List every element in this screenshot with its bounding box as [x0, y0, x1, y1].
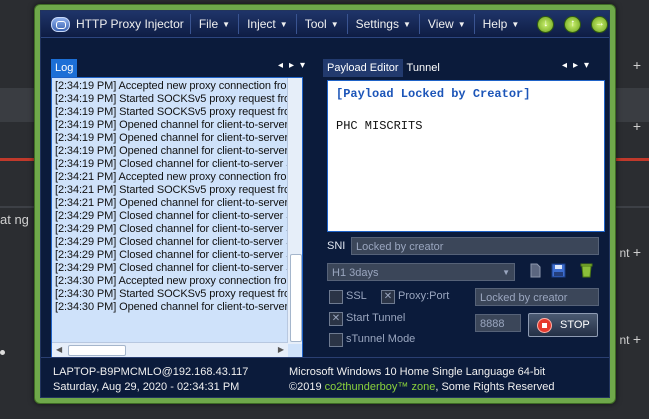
log-line: [2:34:19 PM] Opened channel for client-t…	[55, 119, 289, 131]
background-text: at ng	[0, 212, 29, 227]
background-right-text: nt +	[619, 244, 641, 260]
proxy-port-label: Proxy:Port	[398, 290, 450, 302]
payload-tab-bar: Payload Editor Tunnel	[323, 59, 444, 77]
stop-button-label: STOP	[560, 319, 590, 331]
host-info: LAPTOP-B9PMCMLO@192.168.43.117	[53, 366, 249, 378]
background-dot	[0, 350, 5, 355]
menu-help[interactable]: Help ▼	[473, 14, 528, 34]
upload-icon[interactable]: ↑	[564, 15, 582, 33]
log-tab-bar: Log	[51, 59, 78, 77]
menu-tool[interactable]: Tool ▼	[295, 14, 347, 34]
status-divider	[41, 357, 609, 358]
menu-file[interactable]: File ▼	[189, 14, 238, 34]
log-line: [2:34:29 PM] Closed channel for client-t…	[55, 236, 289, 248]
menu-settings[interactable]: Settings ▼	[346, 14, 419, 34]
scroll-right-icon[interactable]: ▶	[278, 345, 284, 354]
brand-name: co2thunderboy™ zone	[324, 381, 436, 393]
chevron-down-icon: ▼	[222, 19, 231, 29]
background-plus-2: +	[632, 118, 641, 134]
stop-button[interactable]: STOP	[528, 313, 598, 337]
log-line: [2:34:30 PM] Started SOCKSv5 proxy reque…	[55, 288, 289, 300]
chevron-down-icon: ▼	[511, 19, 520, 29]
log-line: [2:34:19 PM] Accepted new proxy connecti…	[55, 80, 287, 92]
chevron-down-icon: ▼	[457, 19, 466, 29]
background-plus: +	[632, 57, 641, 73]
log-line: [2:34:19 PM] Started SOCKSv5 proxy reque…	[55, 93, 289, 105]
payload-select[interactable]: H1 3days ▼	[327, 263, 515, 281]
log-line: [2:34:29 PM] Closed channel for client-t…	[55, 249, 289, 261]
chevron-down-icon: ▼	[502, 268, 510, 277]
log-line: [2:34:19 PM] Opened channel for client-t…	[55, 132, 289, 144]
start-tunnel-checkbox[interactable]: ✕	[329, 312, 343, 326]
stop-icon	[537, 317, 552, 333]
payload-locked-text: [Payload Locked by Creator]	[336, 87, 531, 101]
save-icon[interactable]	[551, 263, 566, 278]
tab-log[interactable]: Log	[51, 59, 78, 77]
menu-view[interactable]: View ▼	[418, 14, 474, 34]
log-horizontal-scroll-thumb[interactable]	[68, 345, 126, 356]
payload-nav-arrows[interactable]: ◂▸▾	[562, 60, 595, 71]
ssl-label: SSL	[346, 290, 367, 302]
chevron-down-icon: ▼	[330, 19, 339, 29]
tab-payload-editor[interactable]: Payload Editor	[323, 59, 403, 77]
app-window: HTTP Proxy Injector File ▼ Inject ▼ Tool ▼ …	[34, 4, 616, 404]
log-line: [2:34:19 PM] Started SOCKSv5 proxy reque…	[55, 106, 289, 118]
scroll-left-icon[interactable]: ◀	[56, 345, 62, 354]
sni-input[interactable]: Locked by creator	[351, 237, 599, 255]
download-icon[interactable]: ↓	[537, 15, 555, 33]
log-horizontal-scrollbar[interactable]: ◀ ▶	[52, 342, 288, 357]
recycle-bin-icon[interactable]	[579, 263, 594, 278]
sni-label: SNI	[327, 240, 346, 252]
log-line: [2:34:30 PM] Accepted new proxy connecti…	[55, 275, 287, 287]
log-line: [2:34:21 PM] Opened channel for client-t…	[55, 197, 289, 209]
log-line: [2:34:19 PM] Closed channel for client-t…	[55, 158, 289, 170]
app-title: HTTP Proxy Injector	[76, 17, 184, 31]
payload-editor[interactable]: [Payload Locked by Creator] PHC MISCRITS	[327, 80, 605, 232]
title-bar[interactable]: HTTP Proxy Injector File ▼ Inject ▼ Tool ▼ …	[41, 11, 609, 38]
stunnel-mode-checkbox[interactable]	[329, 333, 343, 347]
log-line: [2:34:21 PM] Started SOCKSv5 proxy reque…	[55, 184, 289, 196]
log-line: [2:34:29 PM] Closed channel for client-t…	[55, 262, 289, 274]
copyright: ©2019 co2thunderboy™ zone, Some Rights R…	[289, 381, 555, 393]
log-nav-arrows[interactable]: ◂▸▾	[278, 60, 311, 71]
date-time: Saturday, Aug 29, 2020 - 02:34:31 PM	[53, 381, 240, 393]
stunnel-mode-label: sTunnel Mode	[346, 333, 416, 345]
log-vertical-scroll-thumb[interactable]	[290, 254, 302, 342]
log-line: [2:34:30 PM] Opened channel for client-t…	[55, 301, 289, 313]
app-logo-icon	[51, 16, 70, 32]
new-file-icon[interactable]	[528, 263, 543, 278]
start-tunnel-label: Start Tunnel	[346, 312, 406, 324]
log-vertical-scrollbar[interactable]	[287, 78, 302, 344]
proxy-input[interactable]: Locked by creator	[475, 288, 599, 306]
chevron-down-icon: ▼	[279, 19, 288, 29]
log-line: [2:34:21 PM] Accepted new proxy connecti…	[55, 171, 287, 183]
background-right-text-2: nt +	[619, 331, 641, 347]
forward-icon[interactable]: →	[591, 15, 609, 33]
log-line: [2:34:29 PM] Closed channel for client-t…	[55, 223, 289, 235]
log-output[interactable]: [2:34:19 PM] Accepted new proxy connecti…	[51, 77, 303, 358]
port-input[interactable]: 8888	[475, 314, 521, 332]
os-info: Microsoft Windows 10 Home Single Languag…	[289, 366, 546, 378]
ssl-checkbox[interactable]	[329, 290, 343, 304]
log-line: [2:34:19 PM] Opened channel for client-t…	[55, 145, 289, 157]
chevron-down-icon: ▼	[402, 19, 411, 29]
menu-inject[interactable]: Inject ▼	[238, 14, 296, 34]
proxy-port-checkbox[interactable]: ✕	[381, 290, 395, 304]
log-list: [2:34:19 PM] Accepted new proxy connecti…	[55, 80, 289, 342]
log-line: [2:34:29 PM] Closed channel for client-t…	[55, 210, 289, 222]
payload-text: PHC MISCRITS	[336, 119, 423, 133]
app-window-body: HTTP Proxy Injector File ▼ Inject ▼ Tool ▼ …	[40, 10, 610, 398]
tab-tunnel[interactable]: Tunnel	[403, 59, 444, 77]
